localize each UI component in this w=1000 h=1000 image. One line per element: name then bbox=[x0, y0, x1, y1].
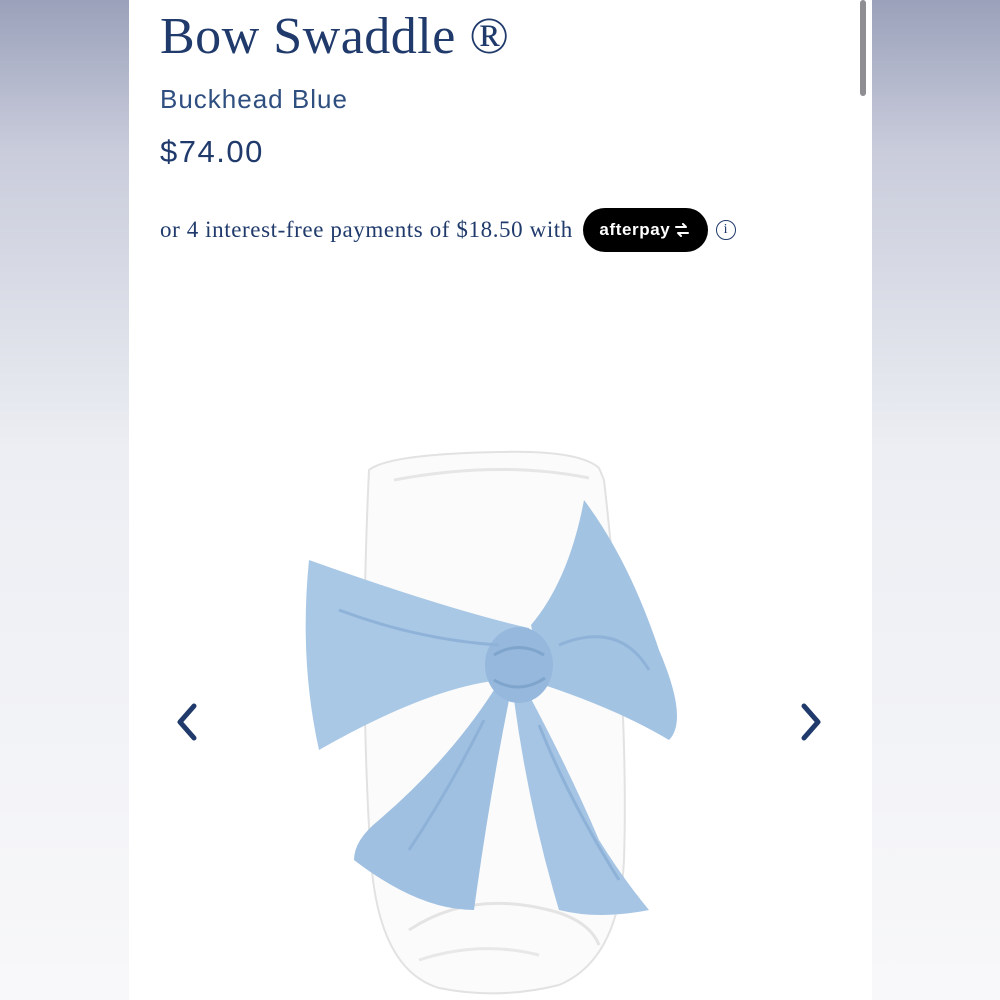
afterpay-arrows-icon bbox=[675, 223, 690, 237]
gallery-next-button[interactable] bbox=[791, 700, 831, 744]
gallery-prev-button[interactable] bbox=[167, 700, 207, 744]
product-image bbox=[305, 450, 677, 995]
afterpay-label: afterpay bbox=[599, 220, 671, 239]
backdrop-right bbox=[872, 0, 1000, 1000]
installment-text: or 4 interest-free payments of $18.50 wi… bbox=[160, 217, 573, 242]
product-color-name: Buckhead Blue bbox=[160, 84, 348, 114]
product-price: $74.00 bbox=[160, 134, 264, 169]
afterpay-badge[interactable]: afterpay bbox=[582, 208, 708, 252]
product-page: Bow Swaddle ® Buckhead Blue $74.00 or 4 … bbox=[129, 0, 872, 1000]
scrollbar[interactable] bbox=[860, 0, 866, 96]
installment-row: or 4 interest-free payments of $18.50 wi… bbox=[160, 208, 736, 252]
product-gallery bbox=[129, 260, 872, 1000]
backdrop-left bbox=[0, 0, 129, 1000]
product-title: Bow Swaddle ® bbox=[160, 8, 510, 65]
info-icon[interactable]: i bbox=[715, 220, 736, 240]
chevron-left-icon bbox=[177, 703, 197, 741]
chevron-right-icon bbox=[801, 703, 821, 741]
